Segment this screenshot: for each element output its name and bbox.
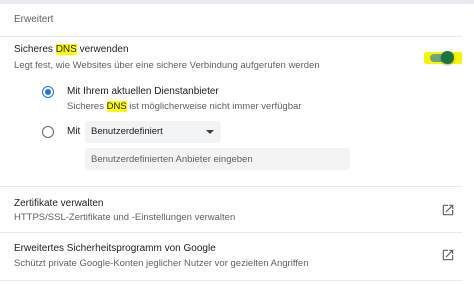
option-custom-provider-label: Mit: [67, 126, 81, 137]
toggle-knob: [441, 51, 454, 64]
divider: [0, 36, 462, 37]
custom-provider-input[interactable]: [85, 148, 350, 170]
divider: [0, 280, 462, 281]
secure-dns-title: Sicheres DNS verwenden: [14, 44, 129, 55]
custom-provider-select[interactable]: Benutzerdefiniert: [85, 121, 221, 143]
divider: [0, 232, 462, 233]
radio-custom-provider[interactable]: [42, 126, 54, 138]
option-sub-before: Sicheres: [67, 101, 107, 112]
option-current-provider-sub: Sicheres DNS ist möglicherweise nicht im…: [67, 101, 301, 112]
option-current-provider-label: Mit Ihrem aktuellen Dienstanbieter: [67, 86, 219, 97]
secure-dns-description: Legt fest, wie Websites über eine sicher…: [14, 60, 320, 71]
advanced-protection-title[interactable]: Erweitertes Sicherheitsprogramm von Goog…: [14, 243, 216, 254]
open-in-new-icon[interactable]: [441, 203, 455, 217]
advanced-protection-description: Schützt private Google-Konten jeglicher …: [14, 258, 309, 269]
top-bar: [0, 0, 474, 4]
option-sub-highlight: DNS: [106, 101, 127, 112]
section-title: Erweitert: [14, 14, 54, 25]
radio-current-provider[interactable]: [42, 86, 54, 98]
option-sub-after: ist möglicherweise nicht immer verfügbar: [126, 101, 302, 112]
chevron-down-icon: [206, 130, 214, 134]
open-in-new-icon[interactable]: [441, 248, 455, 262]
certificates-title[interactable]: Zertifikate verwalten: [14, 198, 103, 209]
secure-dns-title-after: verwenden: [76, 44, 129, 55]
secure-dns-toggle[interactable]: [424, 50, 462, 66]
secure-dns-title-before: Sicheres: [14, 44, 56, 55]
select-value: Benutzerdefiniert: [91, 126, 163, 137]
certificates-description: HTTPS/SSL-Zertifikate und -Einstellungen…: [14, 212, 236, 223]
divider: [0, 186, 462, 187]
secure-dns-title-highlight: DNS: [55, 44, 77, 55]
